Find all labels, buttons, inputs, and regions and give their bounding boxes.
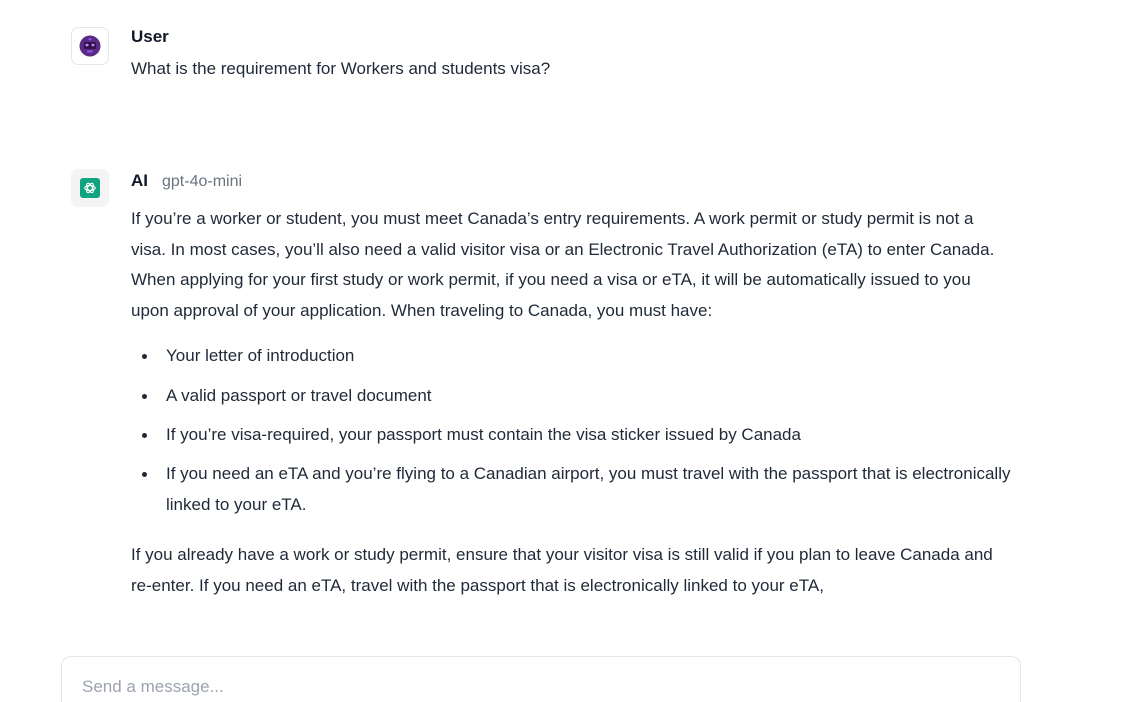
list-item: If you’re visa-required, your passport m… (131, 420, 1011, 451)
chat-page: User What is the requirement for Workers… (0, 0, 1133, 702)
requirements-list: Your letter of introduction A valid pass… (131, 341, 1011, 520)
message-paragraph: If you’re a worker or student, you must … (131, 209, 995, 259)
ai-sender-row: AI gpt-4o-mini (131, 171, 1011, 195)
message-composer (61, 656, 1021, 702)
user-message-content: User What is the requirement for Workers… (131, 27, 1011, 85)
model-name: gpt-4o-mini (162, 173, 243, 190)
robot-face-icon (79, 35, 101, 57)
message-paragraph: When applying for your first study or wo… (131, 270, 971, 320)
ai-message-content: AI gpt-4o-mini If you’re a worker or stu… (131, 169, 1011, 601)
user-avatar (71, 27, 109, 65)
user-message-text: What is the requirement for Workers and … (131, 54, 1011, 85)
message-paragraph: If you already have a work or study perm… (131, 545, 993, 595)
list-item: If you need an eTA and you’re flying to … (131, 459, 1011, 520)
sender-name: AI (131, 171, 148, 190)
ai-message-text: If you’re a worker or student, you must … (131, 204, 1011, 601)
message-input[interactable] (82, 677, 982, 697)
openai-logo-icon (80, 178, 100, 198)
message-paragraph: What is the requirement for Workers and … (131, 59, 551, 78)
user-sender-row: User (131, 27, 1011, 51)
list-item: A valid passport or travel document (131, 381, 1011, 412)
sender-name: User (131, 27, 169, 46)
ai-avatar (71, 169, 109, 207)
list-item: Your letter of introduction (131, 341, 1011, 372)
